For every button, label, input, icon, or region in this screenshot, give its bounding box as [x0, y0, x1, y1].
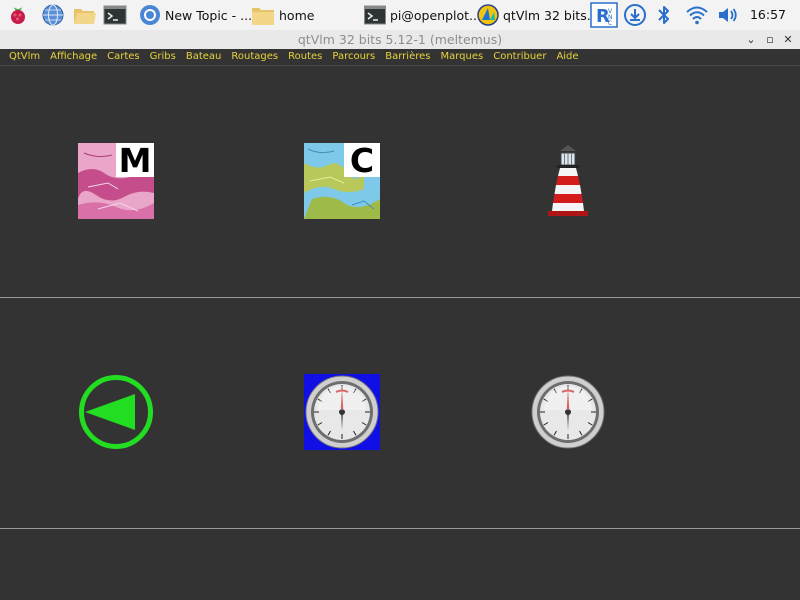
instrument-gauge-blue-button[interactable]	[304, 374, 380, 450]
map-c-button[interactable]: C	[304, 141, 380, 219]
menu-cartes[interactable]: Cartes	[102, 49, 145, 65]
map-c-letter: C	[350, 143, 374, 180]
section-divider	[0, 297, 800, 298]
menu-affichage[interactable]: Affichage	[45, 49, 102, 65]
minimize-button[interactable]: ⌄	[742, 30, 760, 49]
terminal-icon	[364, 5, 386, 25]
menu-qtvlm[interactable]: QtVlm	[4, 49, 45, 65]
menu-routages[interactable]: Routages	[226, 49, 283, 65]
menu-marques[interactable]: Marques	[435, 49, 488, 65]
wifi-icon[interactable]	[685, 3, 709, 27]
menu-separator	[0, 65, 800, 66]
compass-button[interactable]	[78, 374, 154, 450]
task-label: pi@openplot...	[390, 7, 481, 23]
clock[interactable]: 16:57	[750, 0, 786, 30]
raspberry-menu-icon[interactable]	[6, 3, 30, 27]
vnc-icon[interactable]: R V N C	[590, 2, 618, 28]
task-label: New Topic - ...	[165, 7, 253, 23]
terminal-icon[interactable]	[103, 3, 127, 27]
qtvlm-icon	[477, 4, 499, 26]
volume-icon[interactable]	[716, 3, 740, 27]
task-home[interactable]: home	[251, 3, 314, 27]
map-m-button[interactable]: M	[78, 141, 154, 219]
update-download-icon[interactable]	[623, 3, 647, 27]
task-chromium[interactable]: New Topic - ...	[139, 3, 252, 27]
task-label: home	[279, 7, 315, 23]
menu-routes[interactable]: Routes	[283, 49, 327, 65]
lighthouse-icon	[548, 145, 588, 216]
close-button[interactable]: ✕	[779, 30, 797, 49]
task-qtvlm[interactable]: qtVlm 32 bits...	[477, 3, 599, 27]
menu-bateau[interactable]: Bateau	[181, 49, 227, 65]
lighthouse-button[interactable]	[530, 143, 606, 219]
menu-aide[interactable]: Aide	[551, 49, 583, 65]
gauge-blue-icon	[304, 374, 380, 450]
map-m-letter: M	[119, 143, 152, 180]
svg-text:C: C	[608, 20, 612, 27]
menu-barrieres[interactable]: Barrières	[380, 49, 435, 65]
menu-bar: QtVlm Affichage Cartes Gribs Bateau Rout…	[0, 49, 800, 65]
taskbar: New Topic - ... home pi@openplot... qtVl…	[0, 0, 800, 30]
window-title: qtVlm 32 bits 5.12-1 (meltemus)	[297, 32, 503, 47]
map-c-icon: C	[304, 141, 380, 219]
web-browser-icon[interactable]	[41, 3, 65, 27]
menu-gribs[interactable]: Gribs	[145, 49, 181, 65]
gauge-icon	[531, 375, 605, 449]
file-manager-icon[interactable]	[72, 3, 98, 27]
menu-contribuer[interactable]: Contribuer	[488, 49, 551, 65]
green-compass-icon	[79, 375, 153, 449]
instrument-gauge-button[interactable]	[530, 374, 606, 450]
menu-parcours[interactable]: Parcours	[327, 49, 380, 65]
bluetooth-icon[interactable]	[654, 3, 674, 27]
task-terminal[interactable]: pi@openplot...	[364, 3, 481, 27]
folder-icon	[252, 8, 274, 25]
map-m-icon: M	[78, 141, 154, 219]
window-titlebar[interactable]: qtVlm 32 bits 5.12-1 (meltemus) ⌄ ▫ ✕	[0, 30, 800, 49]
chromium-icon	[140, 5, 160, 25]
task-label: qtVlm 32 bits...	[503, 7, 599, 23]
section-divider	[0, 528, 800, 529]
maximize-button[interactable]: ▫	[761, 30, 779, 49]
